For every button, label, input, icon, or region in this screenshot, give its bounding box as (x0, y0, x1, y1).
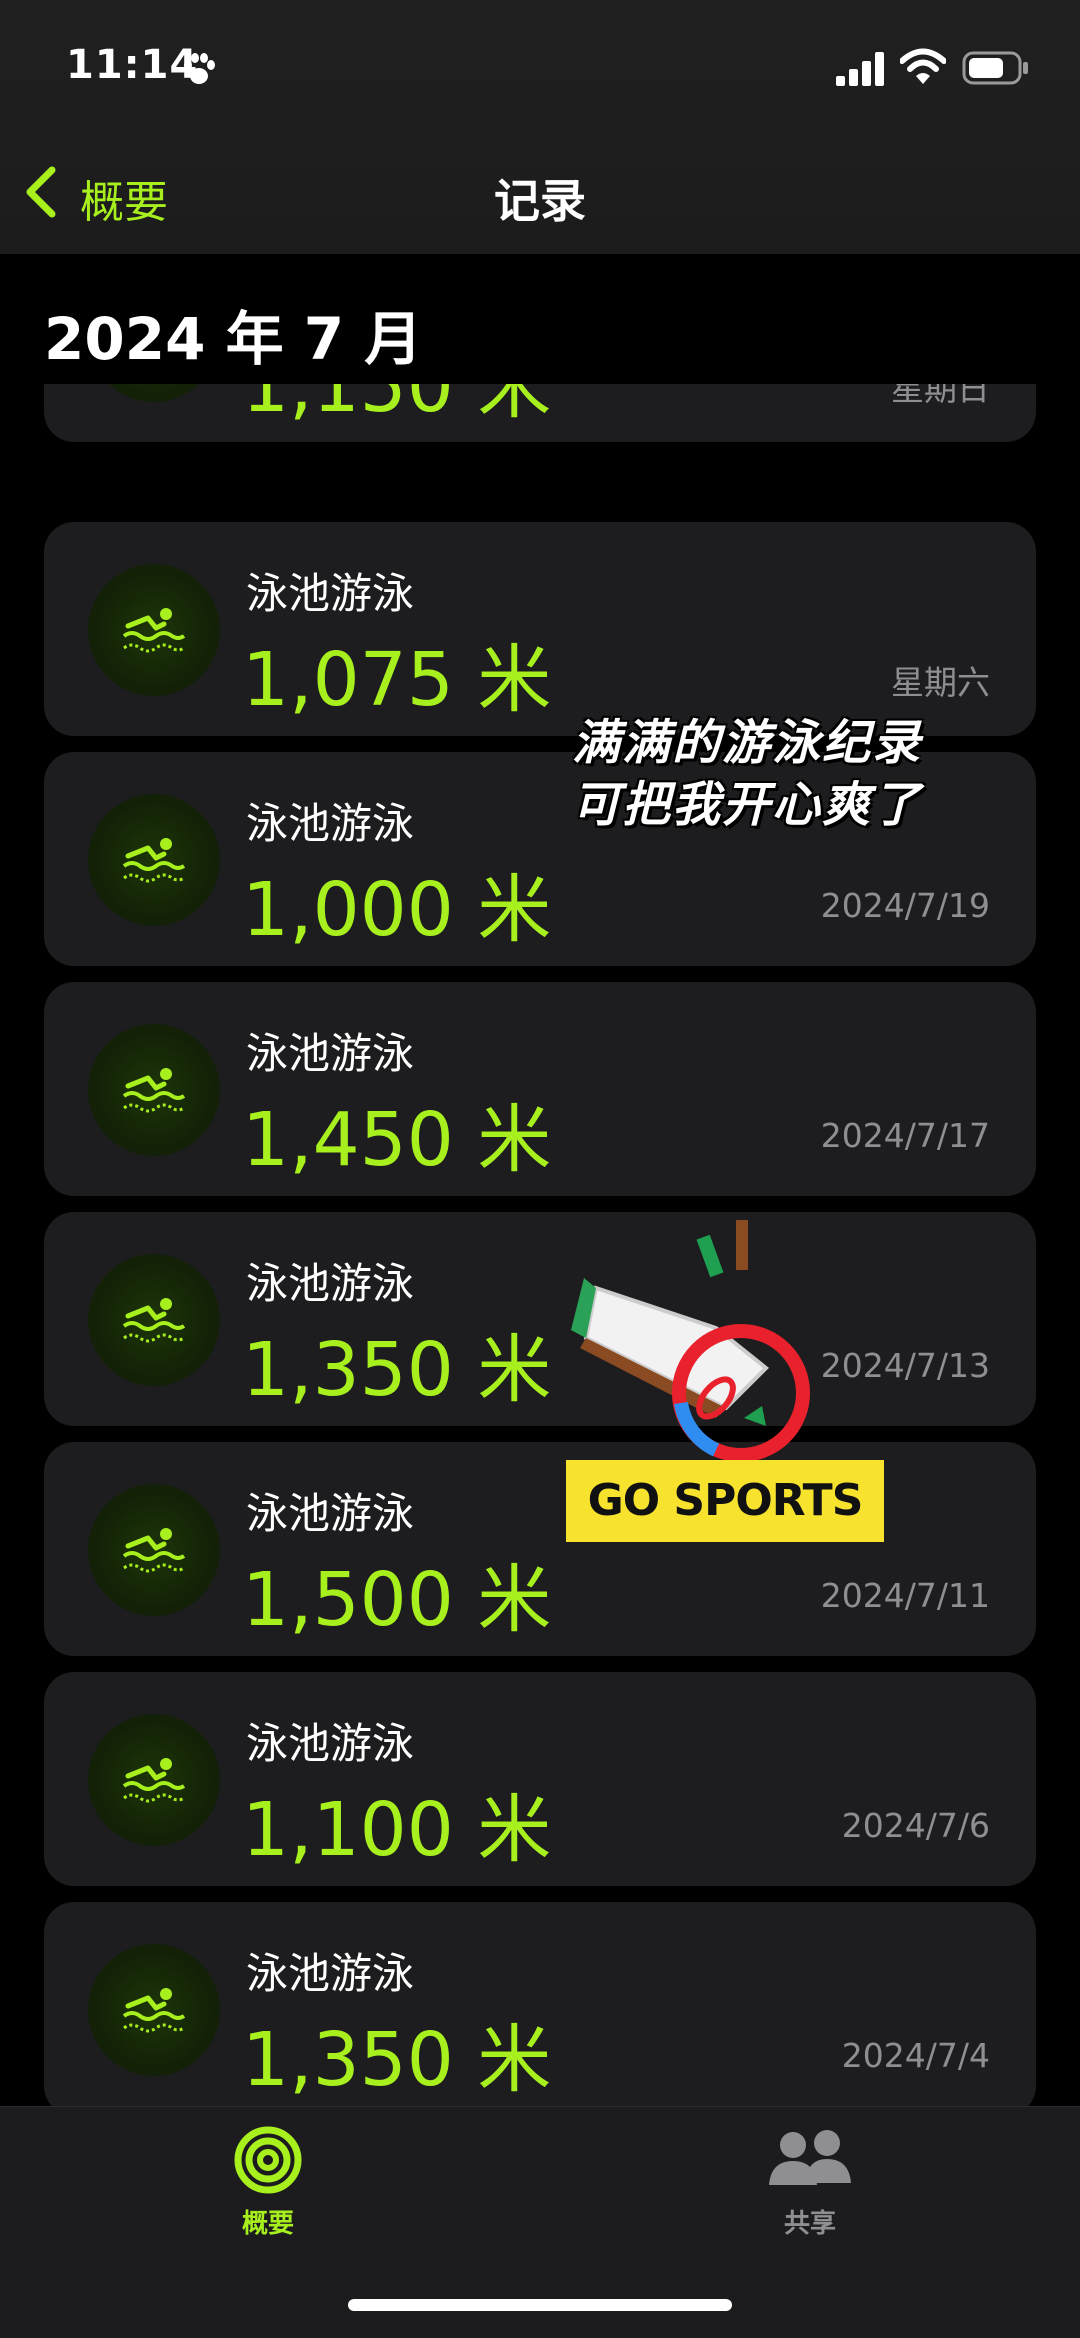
overlay-caption: 满满的游泳纪录 可把我开心爽了 (572, 712, 922, 836)
swimmer-icon (122, 1068, 186, 1113)
section-title-month: 2024 年 7 月 (44, 305, 423, 373)
sticker-label: GO SPORTS (566, 1460, 884, 1542)
pool-swim-badge (88, 564, 220, 696)
battery-icon (962, 51, 1028, 85)
workout-card[interactable]: 泳池游泳 1,450 米 2024/7/17 (44, 982, 1036, 1196)
status-time: 11:14 (66, 42, 199, 88)
tab-label: 概要 (241, 2209, 294, 2239)
pool-swim-badge (88, 384, 220, 402)
pool-swim-badge (88, 1484, 220, 1616)
workout-card[interactable]: 泳池游泳 1,075 米 星期六 (44, 522, 1036, 736)
home-indicator[interactable] (348, 2299, 732, 2311)
swimmer-icon (122, 838, 186, 883)
workout-type: 泳池游泳 (246, 569, 415, 618)
workout-date: 星期日 (891, 384, 990, 408)
pool-swim-badge (88, 1024, 220, 1156)
swimmer-icon (122, 608, 186, 653)
workout-distance: 1,350 米 (242, 1327, 552, 1413)
swimmer-icon (122, 1758, 186, 1803)
workout-distance: 1,075 米 (242, 637, 552, 723)
workout-date: 2024/7/4 (841, 2036, 990, 2075)
caption-line: 可把我开心爽了 (572, 777, 923, 833)
header: 11:14 概要 记录 (0, 0, 1080, 254)
swimmer-icon (122, 1988, 186, 2033)
workout-type: 泳池游泳 (246, 1029, 415, 1078)
pool-swim-badge (88, 1254, 220, 1386)
workout-date: 2024/7/17 (820, 1116, 990, 1155)
pool-swim-badge (88, 1714, 220, 1846)
paw-icon (184, 53, 215, 84)
caption-line: 满满的游泳纪录 (572, 715, 923, 771)
sharing-people-icon (769, 2130, 851, 2185)
activity-rings-icon (234, 2126, 302, 2194)
workout-distance: 1,000 米 (242, 867, 552, 953)
workout-date: 2024/7/11 (820, 1576, 990, 1615)
workout-type: 泳池游泳 (246, 1259, 415, 1308)
workout-card[interactable]: 1,150 米 星期日 (44, 384, 1036, 442)
pool-swim-badge (88, 1944, 220, 2076)
workout-type: 泳池游泳 (246, 1489, 415, 1538)
tab-label: 共享 (783, 2209, 836, 2239)
tab-summary[interactable]: 概要 (168, 2125, 368, 2265)
swimmer-icon (122, 1528, 186, 1573)
swimmer-icon (122, 1298, 186, 1343)
workout-type: 泳池游泳 (246, 799, 415, 848)
workout-distance: 1,150 米 (242, 384, 552, 429)
workout-distance: 1,350 米 (242, 2017, 552, 2103)
workout-distance: 1,100 米 (242, 1787, 552, 1873)
workout-distance: 1,500 米 (242, 1557, 552, 1643)
workout-date: 星期六 (891, 663, 990, 702)
pool-swim-badge (88, 794, 220, 926)
wifi-icon (900, 48, 946, 84)
workout-card[interactable]: 泳池游泳 1,350 米 2024/7/4 (44, 1902, 1036, 2106)
workout-card[interactable]: 泳池游泳 1,100 米 2024/7/6 (44, 1672, 1036, 1886)
workout-distance: 1,450 米 (242, 1097, 552, 1183)
workout-type: 泳池游泳 (246, 1719, 415, 1768)
workout-list[interactable]: 1,150 米 星期日 泳池游泳 1,075 米 星期六 泳池游泳 1,000 … (0, 384, 1080, 2106)
page-title: 记录 (494, 174, 586, 228)
workout-date: 2024/7/19 (820, 886, 990, 925)
cellular-signal-icon (836, 52, 884, 86)
tab-sharing[interactable]: 共享 (710, 2125, 910, 2265)
workout-type: 泳池游泳 (246, 1949, 415, 1998)
workout-date: 2024/7/6 (841, 1806, 990, 1845)
